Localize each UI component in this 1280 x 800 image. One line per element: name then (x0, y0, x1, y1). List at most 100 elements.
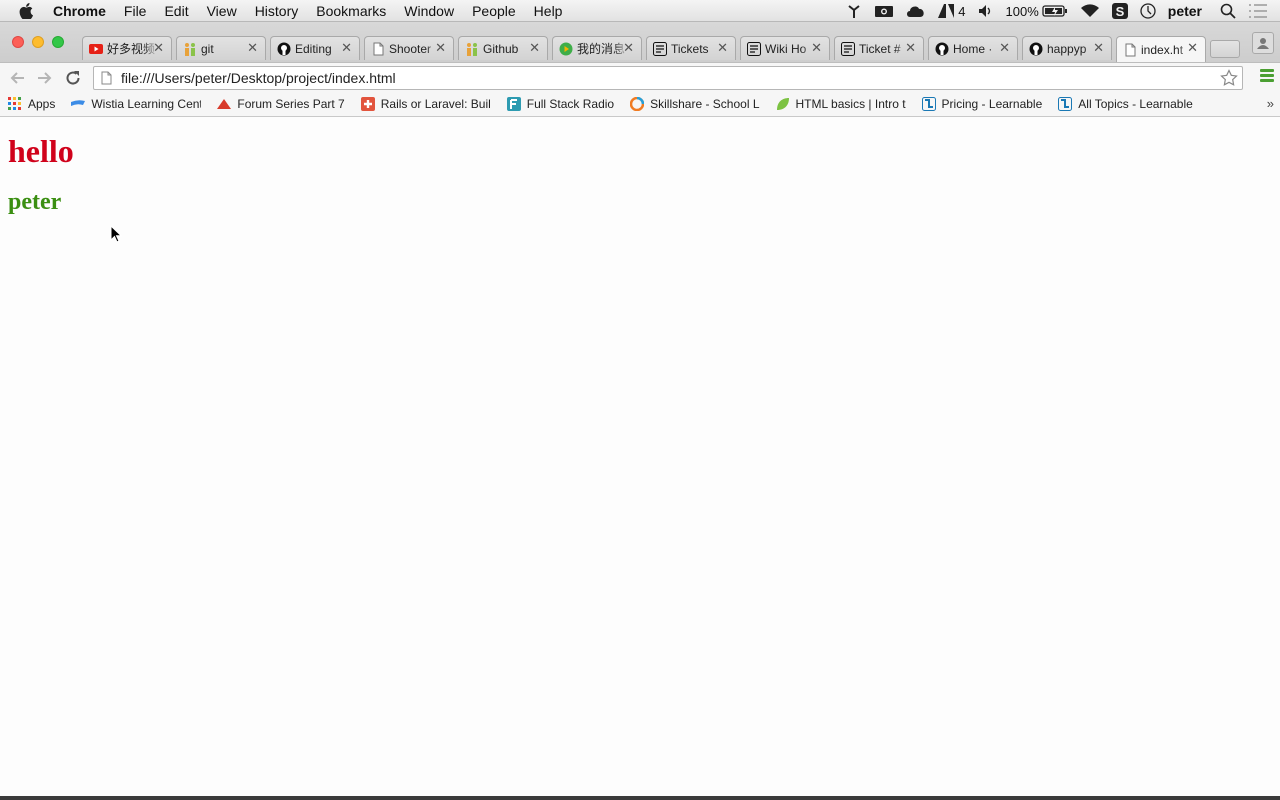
battery-indicator[interactable]: 100% (1006, 4, 1068, 19)
notification-center-icon[interactable] (1248, 4, 1268, 18)
antenna-icon[interactable] (846, 4, 862, 18)
tab-title: Home · (953, 41, 993, 56)
window-bottom-edge (0, 796, 1280, 800)
adobe-icon[interactable]: 4 (938, 3, 966, 19)
bookmark-label: Apps (28, 97, 56, 111)
bookmarks-overflow-chevron-icon[interactable]: » (1267, 96, 1274, 111)
tab-8[interactable]: Ticket # ✕ (834, 36, 924, 60)
tab-0[interactable]: 好多视频 ✕ (82, 36, 172, 60)
wistia-icon (71, 97, 86, 111)
tab-close-icon[interactable]: ✕ (999, 41, 1010, 55)
bookmark-item-0[interactable]: Apps (8, 97, 55, 111)
menu-bookmarks[interactable]: Bookmarks (307, 0, 395, 22)
bookmark-item-5[interactable]: Skillshare - School L (630, 97, 760, 111)
bookmark-item-1[interactable]: Wistia Learning Cent (71, 97, 201, 111)
tab-9[interactable]: Home · ✕ (928, 36, 1018, 60)
tab-3[interactable]: Shooter ✕ (364, 36, 454, 60)
bookmark-item-2[interactable]: Forum Series Part 7 (217, 97, 345, 111)
bookmark-item-3[interactable]: Rails or Laravel: Buil (360, 97, 491, 111)
zoom-window-button[interactable] (52, 36, 64, 48)
tab-close-icon[interactable]: ✕ (1187, 41, 1198, 55)
tab-10[interactable]: happyp ✕ (1022, 36, 1112, 60)
minimize-window-button[interactable] (32, 36, 44, 48)
menubar-user[interactable]: peter (1168, 3, 1202, 19)
svg-text:S: S (1115, 4, 1124, 19)
new-tab-button[interactable] (1210, 40, 1240, 58)
tab-close-icon[interactable]: ✕ (341, 41, 352, 55)
tab-close-icon[interactable]: ✕ (529, 41, 540, 55)
menu-history[interactable]: History (246, 0, 308, 22)
page-icon (371, 42, 385, 56)
spotlight-icon[interactable] (1220, 3, 1236, 19)
page-icon (1123, 43, 1137, 57)
learnable-icon (1058, 97, 1073, 111)
reload-button[interactable] (63, 68, 83, 88)
tab-11[interactable]: index.ht ✕ (1116, 36, 1206, 62)
bookmark-label: Pricing - Learnable (941, 97, 1043, 111)
bookmark-label: HTML basics | Intro t (795, 97, 906, 111)
tab-close-icon[interactable]: ✕ (435, 41, 446, 55)
wifi-icon[interactable] (1080, 4, 1100, 18)
bookmark-label: Rails or Laravel: Buil (380, 97, 491, 111)
bookmark-item-4[interactable]: Full Stack Radio (506, 97, 614, 111)
menu-window[interactable]: Window (395, 0, 463, 22)
tab-2[interactable]: Editing ✕ (270, 36, 360, 60)
page-subheading: peter (8, 189, 62, 215)
cloud-icon[interactable] (906, 4, 926, 18)
mouse-cursor-icon (110, 224, 123, 246)
bookmark-star-icon[interactable] (1220, 69, 1238, 90)
menu-edit[interactable]: Edit (155, 0, 197, 22)
menu-view[interactable]: View (198, 0, 246, 22)
clock-icon[interactable] (1140, 3, 1156, 19)
tab-title: Github (483, 41, 519, 56)
menu-file[interactable]: File (115, 0, 156, 22)
menu-people[interactable]: People (463, 0, 525, 22)
chrome-menu-button[interactable] (1260, 69, 1274, 84)
battery-icon (1042, 5, 1067, 17)
menu-help[interactable]: Help (525, 0, 572, 22)
window-controls (12, 36, 72, 48)
tab-title: git (201, 41, 214, 56)
status-area: 4 100% S peter (846, 0, 1280, 22)
tab-close-icon[interactable]: ✕ (623, 41, 634, 55)
apps-grid-icon (8, 97, 22, 111)
laracasts-icon (217, 97, 232, 111)
tab-close-icon[interactable]: ✕ (1093, 41, 1104, 55)
forward-button[interactable] (35, 68, 55, 88)
tab-7[interactable]: Wiki Ho ✕ (740, 36, 830, 60)
tab-list: 好多视频 ✕ git ✕ Editing ✕ Shooter ✕ Github ✕ 我的消息 ✕ Tic… (82, 36, 1240, 62)
volume-icon[interactable] (978, 4, 994, 18)
play-icon (559, 42, 573, 56)
bookmark-item-7[interactable]: Pricing - Learnable (921, 97, 1043, 111)
tab-close-icon[interactable]: ✕ (153, 41, 164, 55)
close-window-button[interactable] (12, 36, 24, 48)
reload-icon (66, 71, 80, 85)
tab-close-icon[interactable]: ✕ (811, 41, 822, 55)
tab-title: happyp (1047, 41, 1087, 56)
battery-percent: 100% (1005, 3, 1039, 19)
address-bar-url[interactable]: file:///Users/peter/Desktop/project/inde… (121, 70, 396, 86)
tab-close-icon[interactable]: ✕ (905, 41, 916, 55)
bookmark-item-6[interactable]: HTML basics | Intro t (776, 97, 906, 111)
back-button[interactable] (7, 68, 27, 88)
address-bar[interactable]: file:///Users/peter/Desktop/project/inde… (93, 66, 1243, 90)
camera-icon[interactable] (874, 4, 894, 18)
bookmark-label: Forum Series Part 7 (237, 97, 345, 111)
profile-button[interactable] (1252, 32, 1274, 54)
apple-icon[interactable] (19, 2, 39, 19)
bookmark-label: Wistia Learning Cent (91, 97, 202, 111)
tab-4[interactable]: Github ✕ (458, 36, 548, 60)
people-icon (465, 42, 479, 56)
tab-5[interactable]: 我的消息 ✕ (552, 36, 642, 60)
ticket-icon (653, 41, 667, 56)
tab-close-icon[interactable]: ✕ (247, 41, 258, 55)
bookmark-item-8[interactable]: All Topics - Learnable (1058, 97, 1193, 111)
tab-close-icon[interactable]: ✕ (717, 41, 728, 55)
tab-6[interactable]: Tickets ✕ (646, 36, 736, 60)
menu-app-name[interactable]: Chrome (53, 0, 115, 22)
tab-1[interactable]: git ✕ (176, 36, 266, 60)
skype-icon[interactable]: S (1111, 3, 1128, 19)
tab-title: Wiki Ho (765, 41, 807, 56)
tab-title: index.ht (1141, 42, 1184, 57)
adobe-badge: 4 (958, 3, 966, 19)
